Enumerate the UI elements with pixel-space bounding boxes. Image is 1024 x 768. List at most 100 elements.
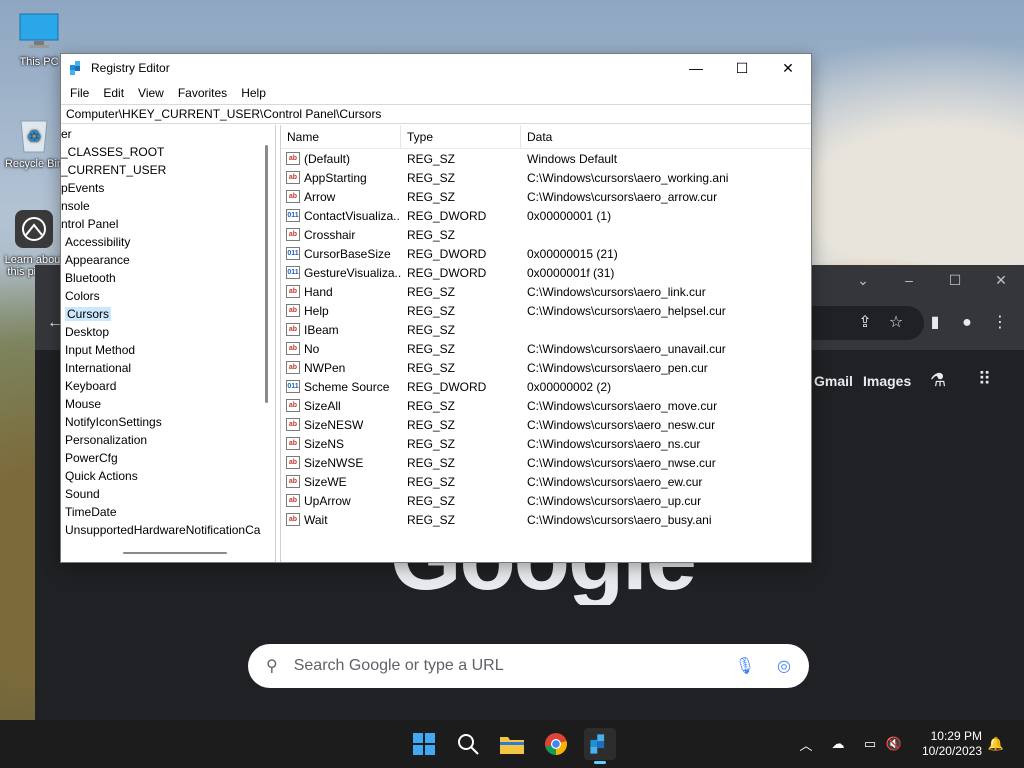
- value-row[interactable]: 011 ContactVisualiza... REG_DWORD 0x0000000…: [281, 206, 811, 225]
- column-name[interactable]: Name: [281, 125, 401, 149]
- tree-node[interactable]: PowerCfg: [61, 449, 275, 467]
- file-explorer-icon[interactable]: [496, 728, 528, 760]
- tree-node[interactable]: er: [61, 125, 275, 143]
- value-row[interactable]: ab Hand REG_SZ C:\Windows\cursors\aero_link…: [281, 282, 811, 301]
- volume-muted-icon[interactable]: 🔇: [884, 734, 904, 754]
- maximize-icon[interactable]: ☐: [932, 272, 978, 289]
- value-row[interactable]: ab AppStarting REG_SZ C:\Windows\cursors\ae…: [281, 168, 811, 187]
- value-row[interactable]: ab IBeam REG_SZ: [281, 320, 811, 339]
- key-tree[interactable]: er _CLASSES_ROOT _CURRENT_USER pEvents nsole…: [61, 125, 276, 562]
- tree-vertical-scrollbar[interactable]: [265, 145, 268, 403]
- labs-flask-icon[interactable]: ⚗: [930, 370, 946, 391]
- network-icon[interactable]: ▭: [860, 734, 880, 754]
- registry-editor-window[interactable]: Registry Editor — ☐ ✕ File Edit View Fav…: [60, 53, 812, 563]
- clock[interactable]: 10:29 PM 10/20/2023: [922, 729, 982, 759]
- value-row[interactable]: ab SizeNS REG_SZ C:\Windows\cursors\aero_ns…: [281, 434, 811, 453]
- tree-node[interactable]: UnsupportedHardwareNotificationCa: [61, 521, 275, 539]
- tree-node[interactable]: pEvents: [61, 179, 275, 197]
- tree-node[interactable]: Input Method: [61, 341, 275, 359]
- menu-favorites[interactable]: Favorites: [171, 86, 234, 100]
- value-row[interactable]: ab No REG_SZ C:\Windows\cursors\aero_unavai…: [281, 339, 811, 358]
- menu-view[interactable]: View: [131, 86, 171, 100]
- address-bar[interactable]: Computer\HKEY_CURRENT_USER\Control Panel…: [61, 104, 811, 124]
- google-search-box[interactable]: ⚲ Search Google or type a URL 🎙 ◎: [248, 644, 809, 688]
- active-app-indicator: [594, 761, 606, 764]
- value-row[interactable]: ab (Default) REG_SZ Windows Default: [281, 149, 811, 168]
- chrome-icon[interactable]: [540, 728, 572, 760]
- tree-node[interactable]: NotifyIconSettings: [61, 413, 275, 431]
- chevron-up-icon[interactable]: ︿: [796, 734, 816, 754]
- tree-node-label: Mouse: [65, 397, 102, 411]
- start-icon[interactable]: [408, 728, 440, 760]
- tree-node[interactable]: Bluetooth: [61, 269, 275, 287]
- more-menu-icon[interactable]: ⋮: [990, 313, 1010, 333]
- value-row[interactable]: ab SizeAll REG_SZ C:\Windows\cursors\aero_m…: [281, 396, 811, 415]
- close-button[interactable]: ✕: [765, 54, 811, 82]
- minimize-button[interactable]: —: [673, 54, 719, 82]
- apps-grid-icon[interactable]: ⠿: [978, 369, 991, 390]
- tree-node[interactable]: Cursors: [61, 305, 275, 323]
- tree-node[interactable]: ntrol Panel: [61, 215, 275, 233]
- bookmark-star-icon[interactable]: ☆: [886, 313, 906, 333]
- tree-node[interactable]: International: [61, 359, 275, 377]
- value-row[interactable]: ab Wait REG_SZ C:\Windows\cursors\aero_busy…: [281, 510, 811, 529]
- value-name: Hand: [304, 284, 333, 299]
- tree-node[interactable]: nsole: [61, 197, 275, 215]
- tree-node[interactable]: Accessibility: [61, 233, 275, 251]
- tree-node[interactable]: Mouse: [61, 395, 275, 413]
- tree-node[interactable]: Sound: [61, 485, 275, 503]
- desktop-icon-recycle-bin[interactable]: ♻ Recycle Bin: [4, 112, 64, 170]
- value-row[interactable]: ab Arrow REG_SZ C:\Windows\cursors\aero_arr…: [281, 187, 811, 206]
- values-list[interactable]: Name Type Data ab (Default) REG_SZ Windows …: [281, 125, 811, 562]
- regedit-titlebar: Registry Editor — ☐ ✕: [61, 54, 811, 82]
- value-name-cell: 011 GestureVisualiza...: [281, 266, 401, 280]
- tree-node[interactable]: Appearance: [61, 251, 275, 269]
- search-icon[interactable]: [452, 728, 484, 760]
- column-data[interactable]: Data: [521, 125, 811, 149]
- images-link[interactable]: Images: [863, 373, 911, 389]
- tree-node[interactable]: TimeDate: [61, 503, 275, 521]
- tree-node[interactable]: _CURRENT_USER: [61, 161, 275, 179]
- column-type[interactable]: Type: [401, 125, 521, 149]
- tree-node-label: NotifyIconSettings: [65, 415, 162, 429]
- maximize-button[interactable]: ☐: [719, 54, 765, 82]
- tree-node-label: Cursors: [65, 307, 112, 321]
- menu-help[interactable]: Help: [234, 86, 273, 100]
- menu-file[interactable]: File: [63, 86, 96, 100]
- tree-node[interactable]: Keyboard: [61, 377, 275, 395]
- value-row[interactable]: ab UpArrow REG_SZ C:\Windows\cursors\aero_u…: [281, 491, 811, 510]
- profile-icon[interactable]: ●: [957, 313, 977, 333]
- microphone-icon[interactable]: 🎙: [735, 656, 755, 676]
- tree-node[interactable]: Desktop: [61, 323, 275, 341]
- close-icon[interactable]: ✕: [978, 272, 1024, 289]
- sidepanel-icon[interactable]: ▮: [925, 313, 945, 333]
- value-row[interactable]: ab Help REG_SZ C:\Windows\cursors\aero_help…: [281, 301, 811, 320]
- lens-icon[interactable]: ◎: [777, 656, 791, 676]
- value-row[interactable]: 011 Scheme Source REG_DWORD 0x00000002 (2): [281, 377, 811, 396]
- share-icon[interactable]: ⇪: [855, 313, 875, 333]
- onedrive-icon[interactable]: ☁: [828, 734, 848, 754]
- tree-node[interactable]: Quick Actions: [61, 467, 275, 485]
- tree-node[interactable]: _CLASSES_ROOT: [61, 143, 275, 161]
- menu-edit[interactable]: Edit: [96, 86, 131, 100]
- tree-node[interactable]: Personalization: [61, 431, 275, 449]
- tree-node[interactable]: Colors: [61, 287, 275, 305]
- value-row[interactable]: ab Crosshair REG_SZ: [281, 225, 811, 244]
- chevron-down-icon[interactable]: ⌄: [840, 272, 886, 289]
- value-name: CursorBaseSize: [304, 246, 391, 261]
- value-row[interactable]: 011 CursorBaseSize REG_DWORD 0x00000015 (21…: [281, 244, 811, 263]
- value-row[interactable]: 011 GestureVisualiza... REG_DWORD 0x0000001…: [281, 263, 811, 282]
- notification-bell-icon[interactable]: 🔔: [986, 734, 1006, 754]
- string-value-icon: ab: [286, 152, 300, 165]
- gmail-link[interactable]: Gmail: [814, 373, 853, 389]
- value-row[interactable]: ab NWPen REG_SZ C:\Windows\cursors\aero_pen…: [281, 358, 811, 377]
- value-row[interactable]: ab SizeWE REG_SZ C:\Windows\cursors\aero_ew…: [281, 472, 811, 491]
- value-row[interactable]: ab SizeNESW REG_SZ C:\Windows\cursors\aero_…: [281, 415, 811, 434]
- regedit-icon[interactable]: [584, 728, 616, 764]
- value-name-cell: ab NWPen: [281, 361, 401, 375]
- string-value-icon: ab: [286, 304, 300, 317]
- minimize-icon[interactable]: –: [886, 272, 932, 288]
- value-data: C:\Windows\cursors\aero_working.ani: [527, 170, 729, 185]
- tree-horizontal-scrollbar[interactable]: [123, 552, 227, 554]
- value-row[interactable]: ab SizeNWSE REG_SZ C:\Windows\cursors\aero_…: [281, 453, 811, 472]
